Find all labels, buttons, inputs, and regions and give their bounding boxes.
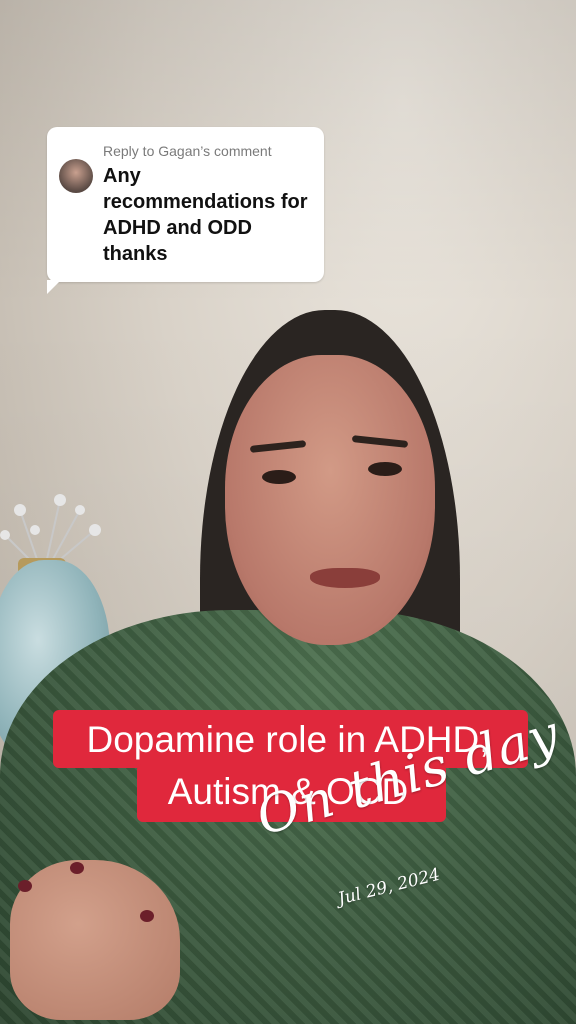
person-face (225, 355, 435, 645)
person-mouth (310, 568, 380, 588)
person-hands (10, 860, 180, 1020)
fingernail (70, 862, 84, 874)
reply-comment-text: Any recommendations for ADHD and ODD tha… (103, 165, 308, 265)
reply-header: Reply to Gagan’s comment (103, 143, 272, 159)
fingernail (140, 910, 154, 922)
commenter-avatar (59, 159, 93, 193)
right-eye (368, 462, 402, 476)
fingernail (18, 880, 32, 892)
reply-comment-bubble[interactable]: Reply to Gagan’s comment Any recommendat… (47, 127, 324, 294)
left-eye (262, 470, 296, 484)
